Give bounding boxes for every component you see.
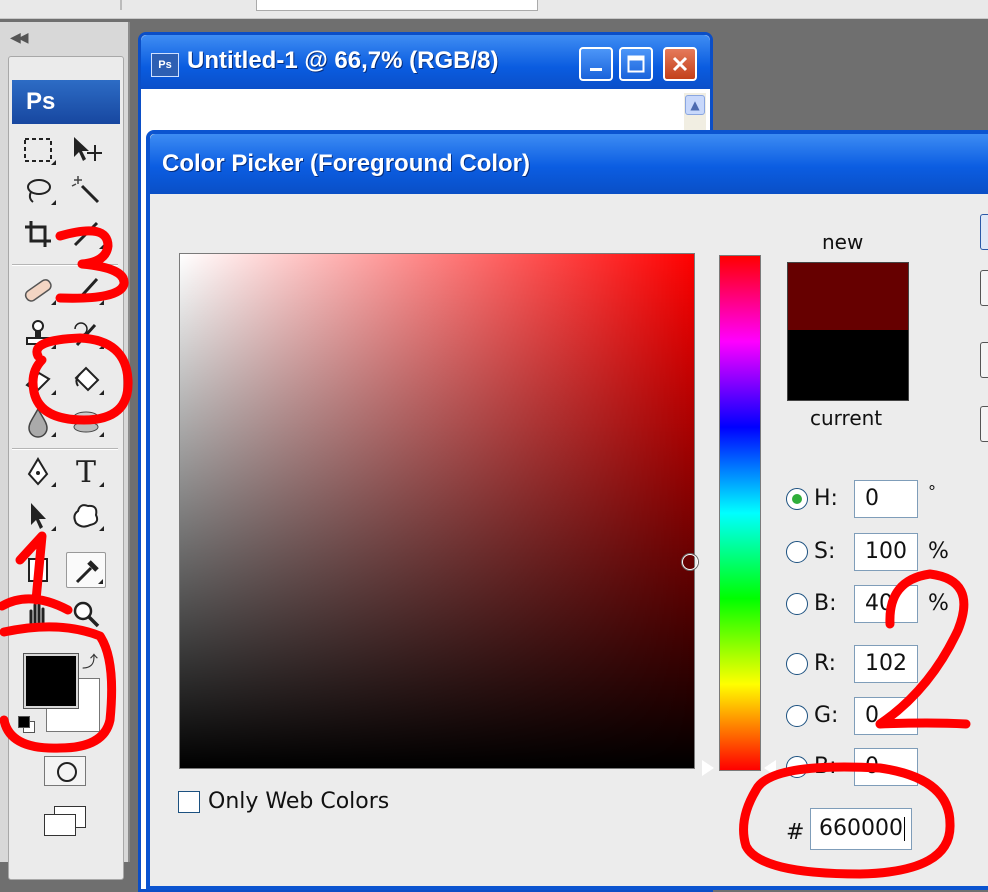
hex-color-value: 660000 [819, 816, 903, 841]
red-radio[interactable] [786, 653, 808, 675]
color-picker-titlebar[interactable]: Color Picker (Foreground Color) [150, 134, 988, 194]
default-colors-icon[interactable] [18, 716, 35, 733]
marquee-icon[interactable] [18, 132, 58, 168]
hue-field[interactable]: 0 [854, 480, 918, 518]
blue-field[interactable]: 0 [854, 748, 918, 786]
move-icon[interactable] [66, 132, 106, 168]
scroll-up-icon[interactable]: ▲ [685, 95, 705, 115]
quick-mask-button[interactable] [44, 756, 86, 786]
hex-prefix-label: # [786, 820, 805, 845]
color-libraries-button[interactable] [980, 406, 988, 442]
magic-wand-icon[interactable] [66, 172, 106, 208]
current-color-label: current [810, 406, 883, 430]
color-swatches: ⤴ [18, 648, 100, 736]
hue-label: H: [814, 486, 838, 511]
saturation-brightness-field[interactable] [180, 254, 694, 768]
red-row: R: 102 [786, 645, 986, 685]
hue-slider-left-arrow-icon[interactable] [702, 760, 714, 776]
lasso-icon[interactable] [18, 172, 58, 208]
add-to-swatches-button[interactable] [980, 342, 988, 378]
photoshop-logo[interactable]: Ps [12, 80, 120, 124]
color-field-marker[interactable] [682, 554, 698, 570]
green-label: G: [814, 703, 839, 728]
red-field[interactable]: 102 [854, 645, 918, 683]
close-button[interactable] [663, 47, 697, 81]
type-tool-glyph: T [75, 454, 96, 490]
collapse-panel-icon[interactable]: ◀◀ [10, 30, 28, 46]
tools-separator [12, 264, 118, 266]
brightness-row: B: 40 % [786, 585, 986, 625]
document-ps-icon: Ps [151, 53, 179, 77]
hue-slider[interactable] [720, 256, 760, 770]
pen-icon[interactable] [18, 454, 58, 490]
notes-icon[interactable] [18, 552, 58, 588]
color-picker-title: Color Picker (Foreground Color) [162, 150, 531, 177]
history-brush-icon[interactable] [66, 316, 106, 352]
saturation-row: S: 100 % [786, 533, 986, 573]
brightness-field[interactable]: 40 [854, 585, 918, 623]
blue-label: B: [814, 754, 837, 779]
hue-unit: ° [928, 482, 936, 501]
options-divider [120, 0, 122, 10]
only-web-colors-label: Only Web Colors [208, 789, 390, 814]
slice-icon[interactable] [66, 216, 106, 252]
minimize-icon [590, 68, 602, 71]
top-options-bar [0, 0, 988, 19]
swap-colors-icon[interactable]: ⤴ [82, 648, 98, 672]
hue-row: H: 0 ° [786, 480, 986, 520]
saturation-label: S: [814, 539, 836, 564]
color-picker-dialog: Color Picker (Foreground Color) new curr… [146, 130, 988, 890]
hue-radio[interactable] [786, 488, 808, 510]
document-titlebar[interactable]: Ps Untitled-1 @ 66,7% (RGB/8) [141, 35, 710, 89]
paint-bucket-icon[interactable] [66, 362, 106, 398]
dodge-icon[interactable] [66, 404, 106, 440]
document-title: Untitled-1 @ 66,7% (RGB/8) [187, 47, 499, 74]
blur-icon[interactable] [18, 404, 58, 440]
type-icon[interactable]: T [66, 454, 106, 490]
maximize-button[interactable] [619, 47, 653, 81]
maximize-icon [627, 55, 645, 73]
blue-row: B: 0 [786, 748, 986, 788]
brush-icon[interactable] [66, 272, 106, 308]
saturation-field[interactable]: 100 [854, 533, 918, 571]
brightness-label: B: [814, 591, 837, 616]
minimize-button[interactable] [579, 47, 613, 81]
eraser-icon[interactable] [18, 362, 58, 398]
custom-shape-icon[interactable] [66, 498, 106, 534]
new-color-label: new [822, 230, 864, 254]
eyedropper-icon[interactable] [66, 552, 106, 588]
tools-separator [12, 448, 118, 450]
close-icon [672, 56, 688, 72]
path-selection-icon[interactable] [18, 498, 58, 534]
brightness-unit: % [928, 591, 949, 616]
green-row: G: 0 [786, 697, 986, 737]
options-field[interactable] [256, 0, 538, 11]
ok-button[interactable] [980, 214, 988, 250]
new-color-swatch [787, 262, 909, 331]
blue-radio[interactable] [786, 756, 808, 778]
green-field[interactable]: 0 [854, 697, 918, 735]
hand-icon[interactable] [18, 596, 58, 632]
clone-stamp-icon[interactable] [18, 316, 58, 352]
red-label: R: [814, 651, 837, 676]
green-radio[interactable] [786, 705, 808, 727]
saturation-unit: % [928, 539, 949, 564]
saturation-radio[interactable] [786, 541, 808, 563]
foreground-color-swatch[interactable] [23, 653, 79, 709]
hue-slider-right-arrow-icon[interactable] [764, 760, 776, 776]
healing-brush-icon[interactable] [18, 272, 58, 308]
crop-icon[interactable] [18, 216, 58, 252]
cancel-button[interactable] [980, 270, 988, 306]
zoom-icon[interactable] [66, 596, 106, 632]
hex-color-field[interactable]: 660000 [810, 808, 912, 850]
brightness-radio[interactable] [786, 593, 808, 615]
screen-mode-icon[interactable] [44, 806, 90, 838]
only-web-colors-checkbox[interactable] [178, 791, 200, 813]
current-color-swatch[interactable] [787, 330, 909, 401]
